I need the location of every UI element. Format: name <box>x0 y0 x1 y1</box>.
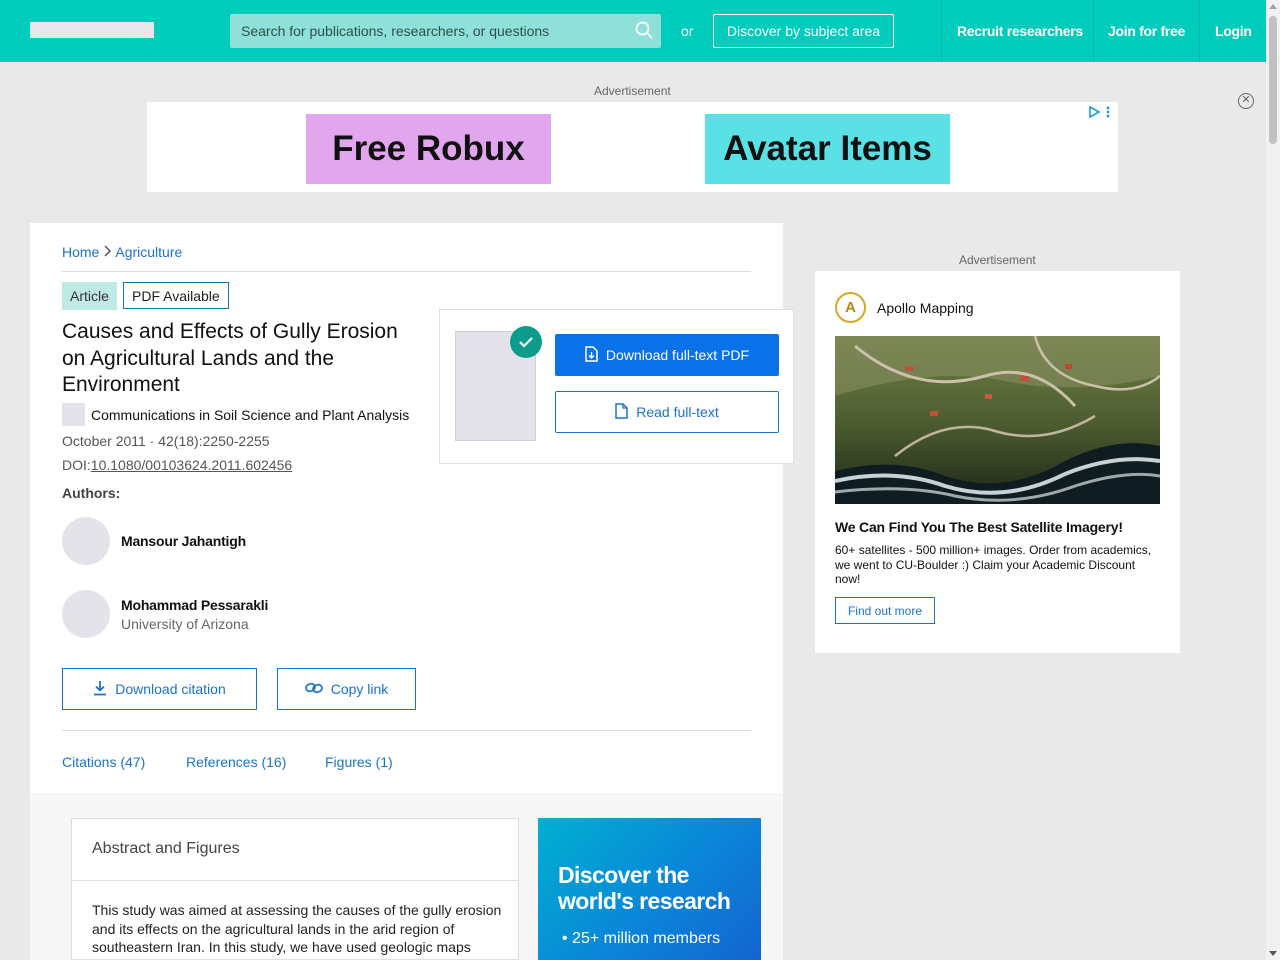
tab-citations[interactable]: Citations (47) <box>62 754 145 770</box>
promo-bullet: • 25+ million members <box>562 930 721 947</box>
check-icon <box>510 326 542 358</box>
breadcrumb-category[interactable]: Agriculture <box>115 244 182 260</box>
scroll-down-arrow[interactable] <box>1269 951 1277 956</box>
link-icon <box>304 681 323 697</box>
advertisement-label: Advertisement <box>594 84 671 98</box>
download-icon <box>93 680 107 699</box>
download-citation-button[interactable]: Download citation <box>62 668 257 710</box>
copy-link-button[interactable]: Copy link <box>277 668 416 710</box>
page-scrollbar[interactable] <box>1266 0 1280 960</box>
search-input[interactable] <box>230 14 630 48</box>
breadcrumb: Home Agriculture <box>62 244 182 260</box>
journal-name[interactable]: Communications in Soil Science and Plant… <box>91 407 409 423</box>
ad-tile-avatar-items[interactable]: Avatar Items <box>705 114 950 184</box>
join-for-free-link[interactable]: Join for free <box>1108 23 1185 39</box>
tab-figures[interactable]: Figures (1) <box>325 754 393 770</box>
avatar[interactable] <box>62 517 110 565</box>
adchoices-icon[interactable] <box>1088 106 1110 118</box>
satellite-image[interactable] <box>835 336 1160 504</box>
or-text: or <box>681 23 694 39</box>
author-item[interactable]: Mohammad Pessarakli University of Arizon… <box>62 590 268 638</box>
breadcrumb-home[interactable]: Home <box>62 244 99 260</box>
tab-references[interactable]: References (16) <box>186 754 286 770</box>
advertisement-label: Advertisement <box>959 253 1036 267</box>
recruit-researchers-link[interactable]: Recruit researchers <box>957 23 1083 39</box>
nav-divider <box>1199 0 1200 62</box>
divider <box>72 880 518 881</box>
apollo-mapping-logo: A <box>835 292 866 323</box>
nav-divider <box>941 0 942 62</box>
promo-bullet-text: 25+ million members <box>572 930 721 947</box>
pdf-available-badge: PDF Available <box>123 282 229 309</box>
scroll-up-arrow[interactable] <box>1269 4 1277 9</box>
ad-brand[interactable]: A Apollo Mapping <box>835 292 974 323</box>
nav-divider <box>1093 0 1094 62</box>
search-icon[interactable] <box>635 21 653 44</box>
doi-link[interactable]: 10.1080/00103624.2011.602456 <box>91 457 292 473</box>
pdf-file-icon <box>585 345 598 365</box>
search-box <box>230 14 661 48</box>
copy-link-label: Copy link <box>330 681 389 697</box>
login-link[interactable]: Login <box>1215 23 1252 39</box>
avatar[interactable] <box>62 590 110 638</box>
ad-tile-free-robux[interactable]: Free Robux <box>306 114 551 184</box>
ad-brand-name[interactable]: Apollo Mapping <box>877 300 974 316</box>
authors-label: Authors: <box>62 485 121 501</box>
scroll-thumb[interactable] <box>1269 16 1277 144</box>
site-logo[interactable] <box>30 22 154 38</box>
discover-by-subject-button[interactable]: Discover by subject area <box>713 14 894 48</box>
publication-title: Causes and Effects of Gully Erosion on A… <box>62 320 398 396</box>
ad-headline[interactable]: We Can Find You The Best Satellite Image… <box>835 519 1123 535</box>
top-navigation-bar: or Discover by subject area Recruit rese… <box>0 0 1266 62</box>
divider <box>62 730 751 731</box>
abstract-title: Abstract and Figures <box>92 840 240 857</box>
download-pdf-label: Download full-text PDF <box>605 347 750 363</box>
read-full-text-button[interactable]: Read full-text <box>555 391 779 433</box>
author-name[interactable]: Mohammad Pessarakli <box>121 597 268 613</box>
ad-body-text: 60+ satellites - 500 million+ images. Or… <box>835 543 1152 586</box>
doi-line: DOI:10.1080/00103624.2011.602456 <box>62 457 292 473</box>
discover-research-promo[interactable]: Discover the world's research • 25+ mill… <box>538 818 761 960</box>
author-item[interactable]: Mansour Jahantigh <box>62 517 246 565</box>
read-full-text-label: Read full-text <box>636 404 719 420</box>
article-badge: Article <box>62 282 117 310</box>
journal-line: Communications in Soil Science and Plant… <box>62 403 409 426</box>
author-affiliation[interactable]: University of Arizona <box>121 616 268 632</box>
download-panel: Download full-text PDF Read full-text <box>439 309 794 464</box>
chevron-right-icon <box>103 244 112 260</box>
top-banner-ad[interactable]: Free Robux Avatar Items <box>147 102 1118 192</box>
publication-meta: October 2011 · 42(18):2250-2255 <box>62 433 270 449</box>
abstract-text: This study was aimed at assessing the ca… <box>92 902 502 955</box>
find-out-more-button[interactable]: Find out more <box>835 597 935 624</box>
side-ad[interactable]: A Apollo Mapping We Can Find You The Bes… <box>815 271 1180 653</box>
abstract-card: Abstract and Figures This study was aime… <box>71 818 519 960</box>
promo-title: Discover the world's research <box>558 862 731 914</box>
download-full-text-pdf-button[interactable]: Download full-text PDF <box>555 334 779 376</box>
author-name[interactable]: Mansour Jahantigh <box>121 533 246 549</box>
file-icon <box>615 402 628 422</box>
doi-label: DOI: <box>62 457 91 473</box>
journal-thumbnail <box>62 403 85 426</box>
close-icon[interactable]: ✕ <box>1238 93 1254 109</box>
divider <box>62 271 751 272</box>
download-citation-label: Download citation <box>115 681 226 697</box>
